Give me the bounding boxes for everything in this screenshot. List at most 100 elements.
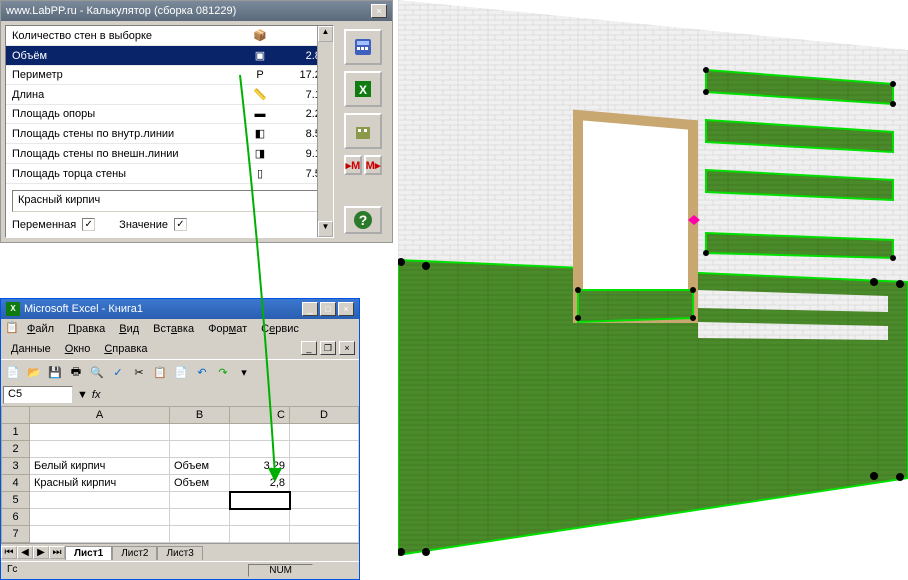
help-button[interactable]: ? <box>344 206 382 234</box>
tab-next-icon[interactable]: ▶ <box>33 546 49 559</box>
calculator-titlebar[interactable]: www.LabPP.ru - Калькулятор (сборка 08122… <box>1 1 392 21</box>
close-icon[interactable]: × <box>371 4 387 18</box>
cell[interactable] <box>290 458 359 475</box>
cell[interactable] <box>170 526 230 543</box>
scrollbar-vertical[interactable]: ▲ ▼ <box>317 26 333 237</box>
cell[interactable] <box>230 424 290 441</box>
cell[interactable]: Объем <box>170 475 230 492</box>
more-icon[interactable]: ▾ <box>234 362 254 382</box>
calculator-icon-button[interactable] <box>344 29 382 65</box>
material-input[interactable]: Красный кирпич <box>12 190 327 212</box>
cell[interactable] <box>290 424 359 441</box>
menu-insert[interactable]: Вставка <box>147 321 200 337</box>
excel-menubar[interactable]: 📋 Файл Правка Вид Вставка Формат Сервис <box>1 319 359 339</box>
archicad-3d-viewport[interactable] <box>398 0 908 570</box>
cell[interactable] <box>30 441 170 458</box>
redo-icon[interactable]: ↷ <box>213 362 233 382</box>
menu-file[interactable]: Файл <box>21 321 60 337</box>
minimize-icon[interactable]: _ <box>302 302 318 316</box>
menu-format[interactable]: Формат <box>202 321 253 337</box>
doc-minimize-icon[interactable]: _ <box>301 341 317 355</box>
cell[interactable] <box>230 526 290 543</box>
row-header[interactable]: 6 <box>2 509 30 526</box>
cell[interactable] <box>30 509 170 526</box>
tab-prev-icon[interactable]: ◀ <box>17 546 33 559</box>
menu-window[interactable]: Окно <box>59 341 97 357</box>
calc-row-7[interactable]: Площадь торца стены▯7.57 <box>6 164 333 184</box>
menu-view[interactable]: Вид <box>113 321 145 337</box>
menu-help[interactable]: Справка <box>98 341 153 357</box>
value-checkbox[interactable]: ✓ <box>174 218 187 231</box>
sheet-tab-Лист1[interactable]: Лист1 <box>65 546 112 560</box>
undo-icon[interactable]: ↶ <box>192 362 212 382</box>
preview-icon[interactable]: 🔍 <box>87 362 107 382</box>
row-header[interactable]: 4 <box>2 475 30 492</box>
paste-icon[interactable]: 📄 <box>171 362 191 382</box>
cell[interactable] <box>230 492 290 509</box>
cell[interactable] <box>30 492 170 509</box>
cell[interactable] <box>290 475 359 492</box>
excel-export-button[interactable]: X <box>344 71 382 107</box>
fx-icon[interactable]: fx <box>92 389 101 401</box>
m-red-button[interactable]: ▸M <box>344 155 362 175</box>
name-box[interactable]: C5 <box>3 386 73 404</box>
cell[interactable] <box>170 509 230 526</box>
open-icon[interactable]: 📂 <box>24 362 44 382</box>
col-header-a[interactable]: A <box>30 407 170 424</box>
cut-icon[interactable]: ✂ <box>129 362 149 382</box>
cell[interactable] <box>290 509 359 526</box>
cell[interactable] <box>170 424 230 441</box>
cell[interactable] <box>170 441 230 458</box>
col-header-d[interactable]: D <box>290 407 359 424</box>
cell[interactable] <box>30 526 170 543</box>
cell[interactable] <box>30 424 170 441</box>
cell[interactable] <box>230 509 290 526</box>
sheet-tab-Лист2[interactable]: Лист2 <box>112 546 157 560</box>
row-header[interactable]: 5 <box>2 492 30 509</box>
new-icon[interactable]: 📄 <box>3 362 23 382</box>
cell[interactable]: Красный кирпич <box>30 475 170 492</box>
calc-row-1[interactable]: Объём▣2.80 <box>6 46 333 66</box>
calc-row-3[interactable]: Длина📏7.14 <box>6 85 333 105</box>
spreadsheet-grid[interactable]: A B C D 1 2 3 Белый кирпич Объем 3,29 4 … <box>1 406 359 543</box>
tab-last-icon[interactable]: ⏭ <box>49 546 65 559</box>
cell[interactable]: 2,8 <box>230 475 290 492</box>
variable-checkbox[interactable]: ✓ <box>82 218 95 231</box>
building-icon-button[interactable] <box>344 113 382 149</box>
save-icon[interactable]: 💾 <box>45 362 65 382</box>
col-header-c[interactable]: C <box>230 407 290 424</box>
calc-row-0[interactable]: Количество стен в выборке📦2 <box>6 26 333 46</box>
cell[interactable] <box>230 441 290 458</box>
menu-edit[interactable]: Правка <box>62 321 111 337</box>
doc-restore-icon[interactable]: ❐ <box>320 341 336 355</box>
m-green-button[interactable]: M▸ <box>364 155 382 175</box>
menu-data[interactable]: Данные <box>5 341 57 357</box>
row-header[interactable]: 2 <box>2 441 30 458</box>
copy-icon[interactable]: 📋 <box>150 362 170 382</box>
doc-close-icon[interactable]: × <box>339 341 355 355</box>
cell[interactable] <box>170 492 230 509</box>
sheet-tab-Лист3[interactable]: Лист3 <box>157 546 202 560</box>
calc-row-2[interactable]: ПериметрP17.29 <box>6 66 333 85</box>
cell[interactable] <box>290 526 359 543</box>
tab-first-icon[interactable]: ⏮ <box>1 546 17 559</box>
spell-icon[interactable]: ✓ <box>108 362 128 382</box>
close-icon[interactable]: × <box>338 302 354 316</box>
cell[interactable] <box>290 441 359 458</box>
calc-row-4[interactable]: Площадь опоры▬2.21 <box>6 105 333 124</box>
excel-titlebar[interactable]: X Microsoft Excel - Книга1 _ □ × <box>1 299 359 319</box>
menu-tools[interactable]: Сервис <box>255 321 305 337</box>
cell[interactable]: 3,29 <box>230 458 290 475</box>
cell[interactable] <box>290 492 359 509</box>
row-header[interactable]: 1 <box>2 424 30 441</box>
row-header[interactable]: 7 <box>2 526 30 543</box>
print-icon[interactable]: 🖶 <box>66 362 86 382</box>
maximize-icon[interactable]: □ <box>320 302 336 316</box>
col-header-b[interactable]: B <box>170 407 230 424</box>
calc-row-6[interactable]: Площадь стены по внешн.линии◨9.19 <box>6 144 333 164</box>
dropdown-icon[interactable]: ▼ <box>77 389 88 401</box>
calc-row-5[interactable]: Площадь стены по внутр.линии◧8.55 <box>6 124 333 144</box>
cell[interactable]: Объем <box>170 458 230 475</box>
cell[interactable]: Белый кирпич <box>30 458 170 475</box>
row-header[interactable]: 3 <box>2 458 30 475</box>
